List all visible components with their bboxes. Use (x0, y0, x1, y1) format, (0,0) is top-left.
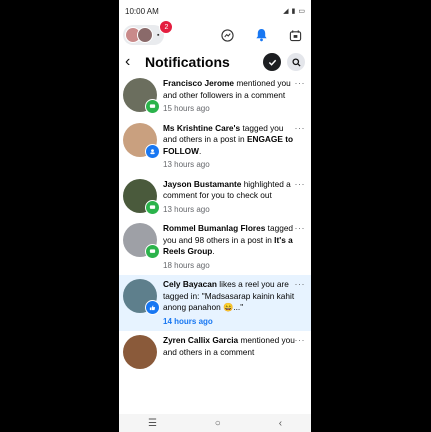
notification-item[interactable]: Rommel Bumanlag Flores tagged you and 98… (119, 219, 311, 275)
more-options-icon[interactable]: ··· (295, 335, 306, 345)
notification-list: Francisco Jerome mentioned you and other… (119, 74, 311, 414)
notification-time: 13 hours ago (163, 160, 210, 169)
search-button[interactable] (287, 53, 305, 71)
phone-screen: 10:00 AM ◢ ▮ ▭ ▪ 2 ‹ Notifications Franc… (119, 0, 311, 432)
avatar (123, 122, 160, 159)
comment-badge-icon (145, 99, 160, 114)
status-bar: 10:00 AM ◢ ▮ ▭ (119, 0, 311, 22)
more-options-icon[interactable]: ··· (295, 78, 306, 88)
search-icon (291, 57, 301, 67)
comment-badge-icon (145, 199, 160, 215)
notification-text: Ms Krishtine Care's tagged you and other… (163, 122, 294, 156)
notification-item[interactable]: Francisco Jerome mentioned you and other… (119, 74, 311, 119)
notification-item[interactable]: Ms Krishtine Care's tagged you and other… (119, 119, 311, 175)
profile-switcher[interactable]: ▪ 2 (123, 20, 174, 45)
more-options-icon[interactable]: ··· (295, 279, 306, 289)
more-options-icon[interactable]: ··· (295, 223, 306, 233)
comment-badge-icon (145, 244, 160, 259)
recents-button[interactable]: ☰ (148, 418, 157, 429)
notification-item[interactable]: Jayson Bustamante highlighted a comment … (119, 175, 311, 220)
messenger-icon[interactable] (219, 27, 235, 43)
notification-text: Rommel Bumanlag Flores tagged you and 98… (163, 223, 294, 256)
checkmark-icon (268, 59, 276, 66)
more-options-icon[interactable]: ··· (295, 179, 306, 189)
avatar (137, 27, 153, 43)
notification-text: Francisco Jerome mentioned you and other… (163, 78, 291, 100)
notification-time: 18 hours ago (163, 260, 210, 270)
avatar (123, 335, 157, 369)
battery-icon: ▭ (298, 8, 305, 15)
signal-icon: ▮ (291, 8, 296, 15)
group-badge-icon (145, 143, 160, 159)
bell-icon[interactable] (253, 27, 269, 43)
back-button[interactable]: ‹ (279, 418, 282, 429)
notification-text: Zyren Callix Garcia mentioned you and ot… (163, 335, 295, 357)
notification-count-badge: 2 (159, 20, 174, 34)
system-navigation-bar: ☰ ○ ‹ (119, 414, 311, 432)
home-button[interactable]: ○ (215, 418, 221, 429)
status-time: 10:00 AM (125, 6, 159, 16)
mark-all-read-button[interactable] (263, 53, 281, 71)
notification-time: 15 hours ago (163, 104, 210, 113)
marketplace-icon[interactable] (287, 27, 303, 43)
avatar (123, 78, 160, 114)
notification-time: 13 hours ago (163, 204, 210, 214)
avatar (123, 279, 160, 315)
top-navigation: ▪ 2 (119, 20, 311, 48)
notification-item[interactable]: Cely Bayacan likes a reel you are tagged… (119, 275, 311, 331)
notification-item[interactable]: Zyren Callix Garcia mentioned you and ot… (119, 331, 311, 373)
like-badge-icon (145, 300, 160, 315)
profiles-count-icon: ▪ (157, 31, 160, 39)
wifi-icon: ◢ (283, 8, 289, 15)
avatar (123, 223, 160, 259)
page-title: Notifications (145, 54, 230, 70)
more-options-icon[interactable]: ··· (295, 123, 306, 133)
notifications-header: ‹ Notifications (119, 48, 311, 76)
notification-text: Jayson Bustamante highlighted a comment … (163, 178, 291, 201)
system-icons: ◢ ▮ ▭ (283, 7, 305, 15)
notification-text: Cely Bayacan likes a reel you are tagged… (163, 279, 295, 312)
notification-time: 14 hours ago (163, 316, 213, 326)
avatar (123, 178, 160, 215)
back-arrow-icon[interactable]: ‹ (125, 53, 139, 71)
